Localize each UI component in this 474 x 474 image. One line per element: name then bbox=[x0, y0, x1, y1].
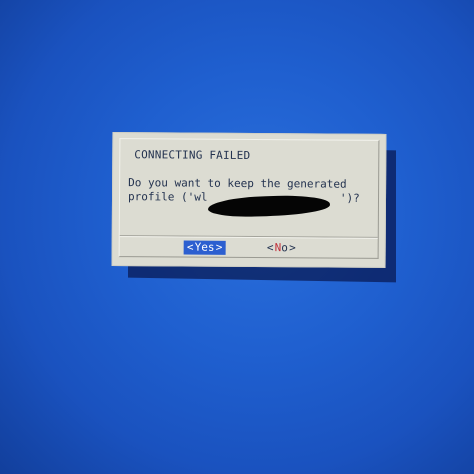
button-separator bbox=[119, 235, 378, 239]
chevron-left-icon: < bbox=[186, 240, 194, 254]
connecting-failed-dialog: CONNECTING FAILED Do you want to keep th… bbox=[111, 132, 387, 268]
yes-button-label: es bbox=[201, 240, 215, 254]
chevron-right-icon: > bbox=[289, 241, 296, 255]
yes-button[interactable]: < Yes > bbox=[183, 240, 226, 255]
chevron-left-icon: < bbox=[266, 241, 274, 255]
no-button[interactable]: < No > bbox=[264, 241, 299, 255]
message-line-1: Do you want to keep the generated bbox=[128, 176, 347, 191]
dialog-title: CONNECTING FAILED bbox=[134, 148, 251, 163]
dialog-button-row: < Yes > < No > bbox=[120, 240, 378, 258]
chevron-right-icon: > bbox=[215, 240, 223, 254]
desktop-background: CONNECTING FAILED Do you want to keep th… bbox=[0, 0, 474, 474]
dialog-frame: CONNECTING FAILED Do you want to keep th… bbox=[118, 138, 380, 259]
